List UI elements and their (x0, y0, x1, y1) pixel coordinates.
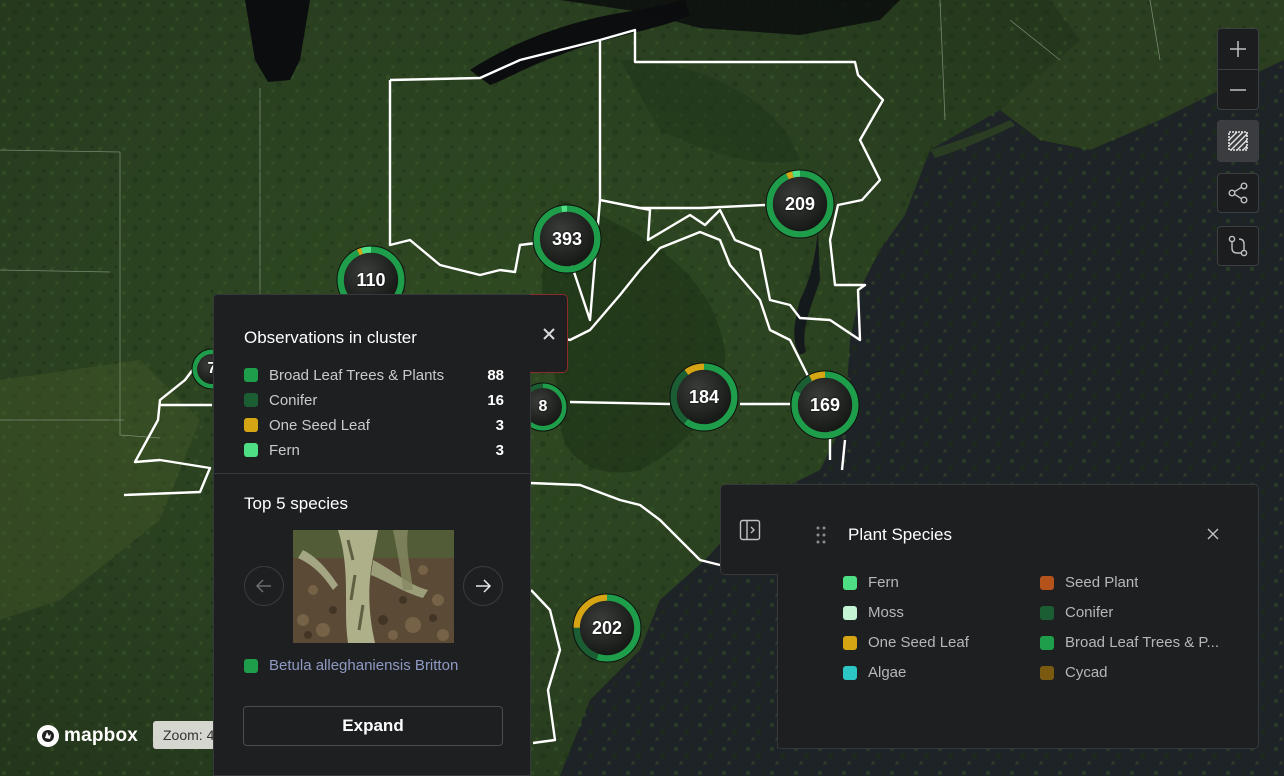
color-swatch (244, 418, 258, 432)
minus-icon (1230, 88, 1246, 91)
species-name: Betula alleghaniensis Britton (269, 657, 459, 674)
color-swatch (843, 665, 857, 680)
cluster-marker[interactable]: 393 (531, 203, 603, 275)
close-legend-button[interactable] (1203, 524, 1223, 544)
close-popup-button[interactable] (530, 294, 568, 373)
legend-item-conifer[interactable]: Conifer (1040, 604, 1230, 621)
color-swatch (244, 443, 258, 457)
divider (214, 473, 530, 474)
legend-label: Fern (868, 574, 899, 591)
observation-row: Conifer 16 (244, 390, 504, 410)
zoom-out-button[interactable] (1218, 69, 1258, 109)
expand-button[interactable]: Expand (243, 706, 503, 746)
zoom-in-button[interactable] (1218, 29, 1258, 69)
species-item[interactable]: Betula alleghaniensis Britton (244, 657, 458, 674)
observation-count: 16 (487, 391, 504, 409)
cluster-marker[interactable]: 184 (668, 361, 740, 433)
observation-count: 88 (487, 366, 504, 384)
color-swatch (843, 635, 857, 650)
cluster-count: 209 (784, 193, 816, 214)
legend-edge (777, 574, 778, 749)
hatched-square-icon (1228, 131, 1248, 151)
color-swatch (244, 393, 258, 407)
observation-count: 3 (495, 416, 504, 434)
legend-label: Seed Plant (1065, 574, 1139, 591)
legend-item-cycad[interactable]: Cycad (1040, 664, 1230, 681)
color-swatch (1040, 665, 1054, 680)
mapbox-logo[interactable]: mapbox (36, 724, 138, 748)
legend-label: Moss (868, 604, 904, 621)
route-icon (1228, 235, 1248, 257)
plus-icon (1230, 41, 1246, 57)
observation-count: 3 (495, 441, 504, 459)
legend-item-algae[interactable]: Algae (843, 664, 1033, 681)
top-species-title: Top 5 species (244, 494, 348, 513)
close-icon (1207, 528, 1219, 540)
cluster-count: 202 (591, 617, 623, 638)
observation-label: Fern (269, 441, 300, 459)
legend-label: Cycad (1065, 664, 1108, 681)
next-species-button[interactable] (463, 566, 503, 606)
close-icon (542, 327, 555, 340)
color-swatch (1040, 605, 1054, 620)
color-swatch (1040, 635, 1054, 650)
observation-row: Broad Leaf Trees & Plants 88 (244, 365, 504, 385)
cluster-popup: Observations in cluster Broad Leaf Trees… (213, 294, 531, 776)
color-swatch (1040, 575, 1054, 590)
observation-row: One Seed Leaf 3 (244, 415, 504, 435)
drag-handle[interactable] (815, 525, 827, 545)
color-swatch (244, 368, 258, 382)
color-swatch (843, 575, 857, 590)
observation-label: Conifer (269, 391, 318, 409)
share-button[interactable] (1217, 173, 1259, 213)
observation-label: One Seed Leaf (269, 416, 370, 434)
cluster-marker[interactable]: 209 (764, 168, 836, 240)
collapse-panel-button[interactable] (739, 519, 761, 541)
birch-bark-image (293, 530, 454, 643)
legend-label: One Seed Leaf (868, 634, 969, 651)
species-photo[interactable] (293, 530, 454, 643)
share-icon (1228, 182, 1248, 204)
zoom-control-group (1217, 28, 1259, 110)
legend-item-fern[interactable]: Fern (843, 574, 1033, 591)
legend-title: Plant Species (848, 525, 952, 544)
legend-label: Conifer (1065, 604, 1114, 621)
arrow-left-icon (255, 579, 271, 593)
cluster-marker[interactable]: 202 (571, 592, 643, 664)
cluster-count: 393 (551, 228, 583, 249)
sidebar-collapse-icon (739, 519, 761, 541)
legend-item-one-seed-leaf[interactable]: One Seed Leaf (843, 634, 1033, 651)
cluster-count: 184 (688, 386, 720, 407)
legend-item-moss[interactable]: Moss (843, 604, 1033, 621)
route-button[interactable] (1217, 226, 1259, 266)
mapbox-wordmark: mapbox (64, 725, 139, 746)
color-swatch (843, 605, 857, 620)
previous-species-button[interactable] (244, 566, 284, 606)
legend-label: Broad Leaf Trees & P... (1065, 634, 1219, 651)
draw-area-button[interactable] (1217, 120, 1259, 162)
arrow-right-icon (476, 579, 492, 593)
legend-item-seed-plant[interactable]: Seed Plant (1040, 574, 1230, 591)
cluster-marker[interactable]: 169 (789, 369, 861, 441)
observation-row: Fern 3 (244, 440, 504, 460)
popup-title: Observations in cluster (244, 328, 417, 347)
legend-item-broad-leaf[interactable]: Broad Leaf Trees & P... (1040, 634, 1230, 651)
mapbox-icon (37, 725, 59, 747)
observation-label: Broad Leaf Trees & Plants (269, 366, 445, 384)
zoom-indicator: Zoom: 4 (153, 721, 213, 749)
color-swatch (244, 658, 258, 673)
cluster-count: 169 (809, 394, 841, 415)
drag-dots-icon (816, 526, 826, 544)
legend-label: Algae (868, 664, 907, 681)
